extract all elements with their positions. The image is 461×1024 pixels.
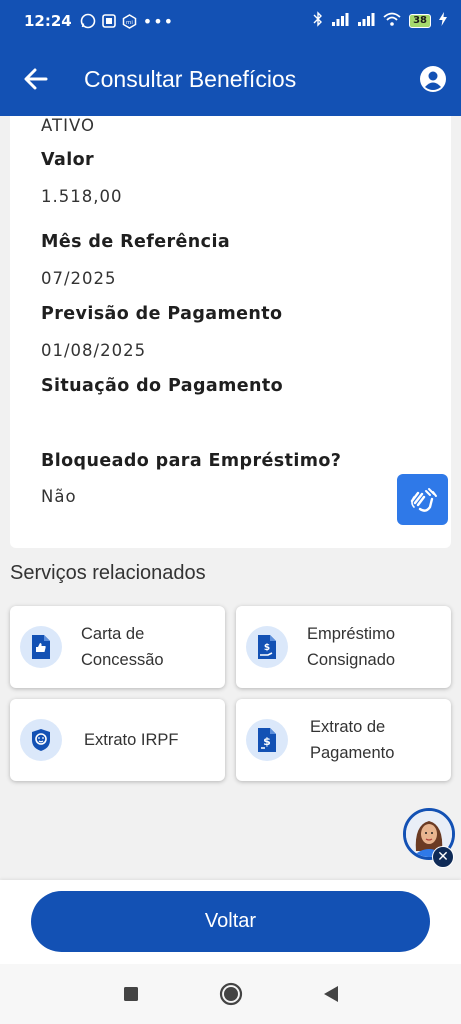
- home-button[interactable]: [216, 979, 246, 1009]
- page-title: Consultar Benefícios: [84, 65, 297, 92]
- recent-apps-button[interactable]: [116, 979, 146, 1009]
- document-money-hand-icon: $: [246, 626, 288, 668]
- extrato-irpf-label: Extrato IRPF: [84, 731, 179, 749]
- bloqueado-emprestimo-label: Bloqueado para Empréstimo?: [41, 451, 342, 471]
- lion-shield-icon: [20, 719, 62, 761]
- svg-text:mi: mi: [126, 20, 133, 26]
- more-notifications-icon: •••: [142, 11, 175, 31]
- system-back-button[interactable]: [316, 979, 346, 1009]
- triangle-back-icon: [323, 986, 338, 1002]
- sign-language-hands-icon: [410, 487, 437, 512]
- previsao-pagamento-value: 01/08/2025: [41, 341, 147, 360]
- charging-icon: [439, 12, 447, 30]
- valor-value: 1.518,00: [41, 187, 123, 206]
- svg-text:$: $: [263, 735, 271, 748]
- benefit-details-card: ATIVO Valor 1.518,00 Mês de Referência 0…: [10, 116, 451, 548]
- sign-language-button[interactable]: [397, 474, 448, 525]
- gallery-notification-icon: [101, 14, 116, 28]
- situacao-pagamento-label: Situação do Pagamento: [41, 376, 284, 396]
- close-icon: ✕: [437, 849, 449, 865]
- bluetooth-icon: [313, 11, 323, 31]
- carta-concessao-label: Carta de Concessão: [81, 625, 164, 669]
- carta-concessao-card[interactable]: Carta de Concessão: [10, 606, 225, 688]
- status-time: 12:24: [24, 12, 72, 30]
- circle-icon: [219, 982, 242, 1006]
- status-bar: 12:24 mi ••• 38: [0, 0, 461, 42]
- close-assistant-button[interactable]: ✕: [432, 846, 454, 868]
- bloqueado-emprestimo-value: Não: [41, 487, 77, 506]
- valor-label: Valor: [41, 150, 95, 170]
- document-dollar-icon: $: [246, 719, 288, 761]
- previsao-pagamento-label: Previsão de Pagamento: [41, 304, 283, 324]
- app-bar: Consultar Benefícios: [0, 42, 461, 116]
- account-circle-icon: [420, 66, 446, 92]
- voltar-button[interactable]: Voltar: [31, 891, 430, 952]
- document-thumbs-up-icon: [20, 626, 62, 668]
- services-section-title: Serviços relacionados: [10, 562, 206, 584]
- whatsapp-icon: [80, 13, 96, 29]
- extrato-pagamento-card[interactable]: $ Extrato de Pagamento: [236, 699, 451, 781]
- status-icons: 38: [313, 11, 447, 31]
- back-arrow-button[interactable]: [22, 65, 50, 93]
- system-navigation-bar: [0, 964, 461, 1024]
- mi-notification-icon: mi: [122, 13, 137, 29]
- svg-text:$: $: [264, 643, 270, 653]
- arrow-left-icon: [24, 68, 48, 90]
- battery-indicator: 38: [409, 14, 431, 28]
- wifi-icon: [383, 12, 401, 30]
- square-icon: [123, 987, 138, 1001]
- mes-referencia-label: Mês de Referência: [41, 232, 231, 252]
- mes-referencia-value: 07/2025: [41, 269, 117, 288]
- status-value: ATIVO: [41, 116, 95, 135]
- extrato-irpf-card[interactable]: Extrato IRPF: [10, 699, 225, 781]
- signal-1-icon: [331, 12, 349, 30]
- extrato-pagamento-label: Extrato de Pagamento: [310, 718, 395, 762]
- profile-button[interactable]: [419, 65, 447, 93]
- signal-2-icon: [357, 12, 375, 30]
- emprestimo-consignado-label: Empréstimo Consignado: [307, 625, 396, 669]
- emprestimo-consignado-card[interactable]: $ Empréstimo Consignado: [236, 606, 451, 688]
